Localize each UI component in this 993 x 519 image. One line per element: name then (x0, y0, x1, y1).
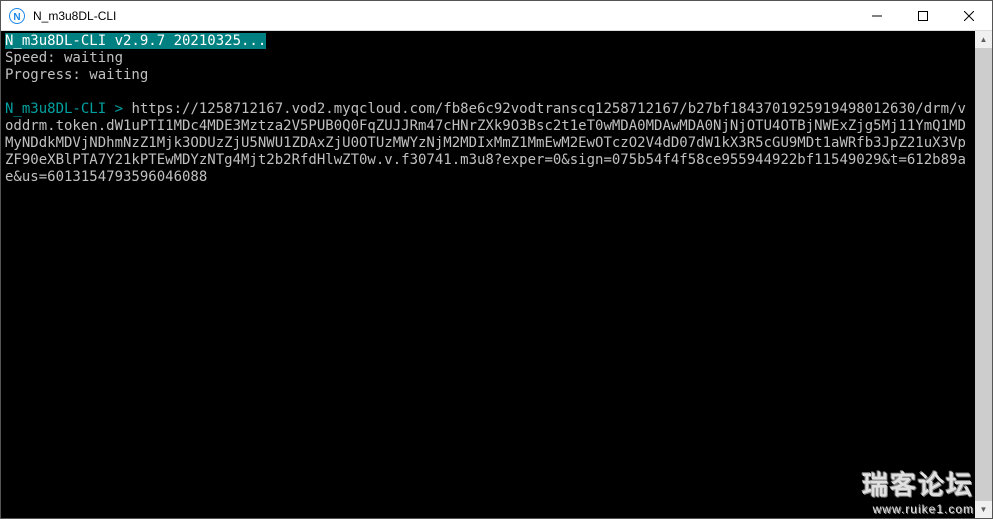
maximize-button[interactable] (900, 1, 946, 30)
window-title: N_m3u8DL-CLI (33, 9, 854, 23)
terminal-output[interactable]: N_m3u8DL-CLI v2.9.7 20210325... Speed: w… (1, 31, 975, 518)
scroll-track[interactable] (975, 48, 992, 501)
window-controls (854, 1, 992, 30)
scroll-down-button[interactable]: ▼ (975, 501, 992, 518)
titlebar[interactable]: N N_m3u8DL-CLI (1, 1, 992, 31)
app-icon: N (9, 8, 25, 24)
app-version-header: N_m3u8DL-CLI v2.9.7 20210325... (5, 33, 266, 49)
scroll-thumb[interactable] (975, 48, 992, 501)
svg-text:N: N (13, 12, 20, 23)
scroll-up-button[interactable]: ▲ (975, 31, 992, 48)
app-window: N N_m3u8DL-CLI N_m3u8DL-CLI v2.9.7 20210… (0, 0, 993, 519)
minimize-button[interactable] (854, 1, 900, 30)
command-input[interactable]: https://1258712167.vod2.myqcloud.com/fb8… (5, 101, 966, 185)
terminal-area: N_m3u8DL-CLI v2.9.7 20210325... Speed: w… (1, 31, 992, 518)
vertical-scrollbar[interactable]: ▲ ▼ (975, 31, 992, 518)
prompt: N_m3u8DL-CLI > (5, 101, 131, 117)
speed-line: Speed: waiting (5, 50, 123, 66)
close-button[interactable] (946, 1, 992, 30)
progress-line: Progress: waiting (5, 67, 148, 83)
